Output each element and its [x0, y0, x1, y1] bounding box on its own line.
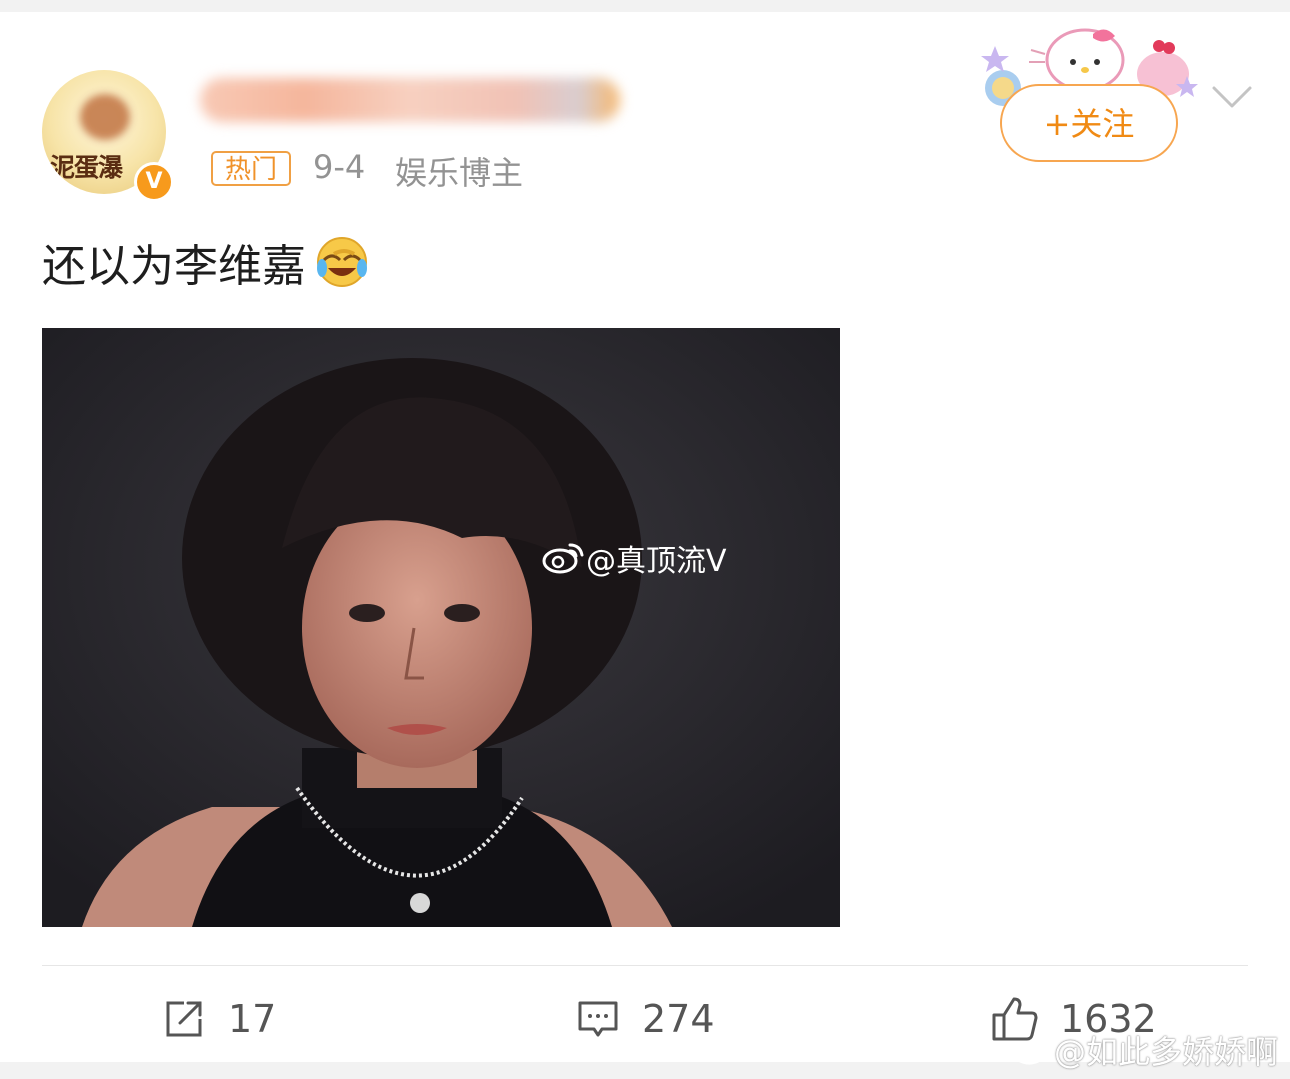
user-role: 娱乐博主 — [395, 154, 524, 192]
post-date: 9-4 — [313, 148, 366, 186]
share-count: 17 — [228, 997, 277, 1041]
image-watermark: @真顶流V — [542, 536, 727, 580]
hot-tag: 热门 — [211, 151, 291, 186]
weibo-logo-icon — [542, 543, 584, 574]
post-text-content: 还以为李维嘉 — [42, 241, 306, 292]
comment-count: 274 — [642, 997, 715, 1041]
laughing-crying-emoji-icon — [317, 237, 367, 287]
comment-icon — [578, 1001, 618, 1037]
page-watermark: @如此多娇娇啊 — [1012, 1027, 1278, 1073]
avatar-blurred-face — [80, 94, 130, 140]
avatar-text: 泥蛋瀑 — [50, 153, 123, 182]
username-blurred[interactable] — [200, 78, 620, 122]
weibo-post-card: 泥蛋瀑 V 热门 9-4 娱乐博主 +关注 还以为李维嘉 @真顶流V 17 27… — [0, 12, 1290, 1062]
share-button[interactable]: 17 — [162, 994, 276, 1044]
share-icon — [166, 1001, 202, 1037]
follow-button[interactable]: +关注 — [1000, 84, 1178, 162]
post-image[interactable]: @真顶流V — [42, 328, 840, 927]
comment-button[interactable]: 274 — [576, 994, 715, 1044]
portrait-photo — [42, 328, 840, 927]
image-watermark-text: @真顶流V — [586, 544, 727, 579]
chevron-down-icon[interactable] — [1210, 82, 1254, 112]
divider — [42, 965, 1248, 966]
weibo-logo-icon — [1012, 1036, 1052, 1065]
post-text: 还以为李维嘉 — [42, 230, 370, 294]
verified-badge: V — [134, 162, 174, 202]
page-watermark-text: @如此多娇娇啊 — [1053, 1033, 1278, 1071]
